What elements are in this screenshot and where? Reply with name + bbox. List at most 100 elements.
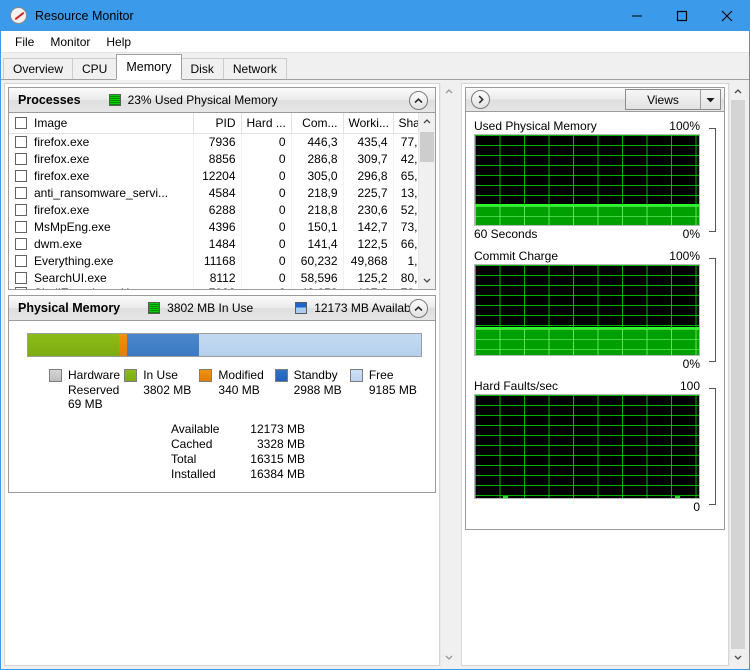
table-row[interactable]: firefox.exe88560286,8309,742,124267,6	[9, 150, 418, 167]
processes-header[interactable]: Processes 23% Used Physical Memory	[9, 88, 435, 113]
table-row[interactable]: Everything.exe11168060,23249,8681,74848,…	[9, 252, 418, 269]
legend-value-free: 9185 MB	[368, 382, 417, 397]
table-row[interactable]: dwm.exe14840141,4122,566,81255,744	[9, 235, 418, 252]
totals-value-installed: 16384 MB	[250, 466, 305, 481]
cell-image: MsMpEng.exe	[34, 219, 111, 234]
cell-shareable: 52,284	[393, 201, 418, 218]
table-row[interactable]: SearchUI.exe8112058,596125,280,32044,912	[9, 269, 418, 286]
tab-memory[interactable]: Memory	[116, 54, 182, 80]
tab-overview[interactable]: Overview	[3, 58, 74, 79]
cell-commit: 218,8	[291, 201, 344, 218]
column-header-pid[interactable]: PID	[193, 113, 242, 134]
column-header-image[interactable]: Image	[9, 113, 194, 134]
menu-item-file[interactable]: File	[7, 33, 42, 51]
scroll-down-icon[interactable]	[730, 649, 746, 666]
memory-segment-standby	[127, 334, 199, 356]
cell-image: firefox.exe	[34, 151, 90, 166]
row-checkbox[interactable]	[15, 220, 27, 233]
table-row[interactable]: MsMpEng.exe43960150,1142,773,31669,400	[9, 218, 418, 235]
processes-scroll-thumb[interactable]	[420, 132, 434, 162]
column-header-hard-faults[interactable]: Hard ...	[241, 113, 292, 134]
graph-1-ymax: 100%	[669, 119, 700, 133]
table-row[interactable]: firefox.exe122040305,0296,865,596231,2	[9, 167, 418, 184]
totals-value-total: 16315 MB	[250, 451, 305, 466]
views-button-label: Views	[647, 92, 679, 107]
cell-shareable: 66,812	[393, 235, 418, 252]
cell-hard: 0	[241, 150, 292, 167]
close-icon[interactable]	[704, 0, 749, 31]
row-checkbox[interactable]	[15, 135, 27, 148]
in-use-swatch-icon	[124, 369, 138, 382]
table-row[interactable]: firefox.exe79360446,3435,477,512357,9	[9, 133, 418, 150]
row-checkbox[interactable]	[15, 169, 27, 182]
cell-image: anti_ransomware_servi...	[34, 185, 169, 200]
processes-table-wrap: Image PID Hard ... Com... Worki... Share…	[9, 113, 418, 289]
graph-1-xlabel: 60 Seconds	[474, 227, 538, 241]
chevron-up-icon[interactable]	[409, 91, 428, 110]
chevron-down-icon[interactable]	[700, 90, 720, 109]
row-checkbox[interactable]	[15, 287, 27, 289]
graph-3-foot: 0	[474, 499, 716, 515]
scroll-up-icon[interactable]	[419, 113, 435, 130]
row-checkbox[interactable]	[15, 254, 27, 267]
legend-item-standby: Standby 2988 MB	[274, 368, 350, 412]
processes-scrollbar[interactable]	[418, 113, 435, 289]
row-checkbox[interactable]	[15, 203, 27, 216]
left-pane-scrollbar[interactable]	[440, 83, 457, 666]
cell-pid: 12204	[193, 167, 242, 184]
processes-scroll-track[interactable]	[419, 130, 435, 272]
right-pane-scroll-thumb[interactable]	[731, 100, 745, 649]
select-all-checkbox[interactable]	[15, 116, 27, 129]
left-pane-scroll-track[interactable]	[441, 100, 457, 649]
row-checkbox[interactable]	[15, 186, 27, 199]
chevron-up-icon[interactable]	[409, 299, 428, 318]
tab-cpu[interactable]: CPU	[72, 58, 118, 79]
minimize-icon[interactable]	[614, 0, 659, 31]
tab-disk[interactable]: Disk	[180, 58, 224, 79]
scroll-down-icon[interactable]	[441, 649, 457, 666]
maximize-icon[interactable]	[659, 0, 704, 31]
legend-label-in-use: In Use	[143, 368, 178, 382]
graph-2-axis-bracket	[709, 258, 716, 362]
row-checkbox[interactable]	[15, 152, 27, 165]
right-pane-scrollbar[interactable]	[729, 83, 746, 666]
table-row[interactable]: ShellExperienceHost... 7988043,052107,273…	[9, 286, 418, 289]
legend-value-in-use: 3802 MB	[143, 382, 192, 397]
scroll-down-icon[interactable]	[419, 272, 435, 289]
column-header-shareable[interactable]: Share...	[393, 113, 418, 134]
cell-commit: 43,052	[291, 286, 344, 289]
table-row[interactable]: firefox.exe62880218,8230,652,284178,4	[9, 201, 418, 218]
tab-network[interactable]: Network	[222, 58, 287, 79]
views-button[interactable]: Views	[625, 89, 721, 110]
cell-shareable: 73,316	[393, 218, 418, 235]
cell-working: 122,5	[343, 235, 394, 252]
legend-item-free: Free 9185 MB	[349, 368, 425, 412]
totals-row-cached: Cached 3328 MB	[171, 437, 425, 452]
cell-working: 225,7	[343, 184, 394, 201]
right-pane-scroll-track[interactable]	[730, 100, 746, 649]
cell-shareable: 80,320	[393, 269, 418, 286]
graph-used-physical-memory: Used Physical Memory 100% 60 Seconds 0%	[474, 118, 716, 242]
scroll-up-icon[interactable]	[730, 83, 746, 100]
memory-usage-bar	[27, 333, 422, 357]
legend-label-hardware-reserved: Hardware Reserved	[68, 368, 121, 397]
graph-hard-faults: Hard Faults/sec 100 0	[474, 378, 716, 515]
legend-value-standby: 2988 MB	[293, 382, 342, 397]
row-checkbox[interactable]	[15, 271, 27, 284]
memory-segment-free	[198, 334, 421, 356]
table-row[interactable]: anti_ransomware_servi... 4584 0 218,9 225,7 1…	[9, 184, 418, 201]
graph-2-ymax: 100%	[669, 249, 700, 263]
graph-3-axis-bracket	[709, 388, 716, 505]
menu-item-monitor[interactable]: Monitor	[42, 33, 98, 51]
cell-working: 142,7	[343, 218, 394, 235]
chevron-right-icon[interactable]	[471, 90, 490, 109]
cell-image: firefox.exe	[34, 168, 90, 183]
scroll-up-icon[interactable]	[441, 83, 457, 100]
green-swatch-icon	[148, 302, 161, 314]
menu-item-help[interactable]: Help	[98, 33, 139, 51]
graph-3-grid	[475, 395, 699, 498]
row-checkbox[interactable]	[15, 237, 27, 250]
column-header-working-set[interactable]: Worki...	[343, 113, 394, 134]
physical-memory-header[interactable]: Physical Memory 3802 MB In Use 12173 MB …	[9, 296, 435, 321]
column-header-commit[interactable]: Com...	[291, 113, 344, 134]
